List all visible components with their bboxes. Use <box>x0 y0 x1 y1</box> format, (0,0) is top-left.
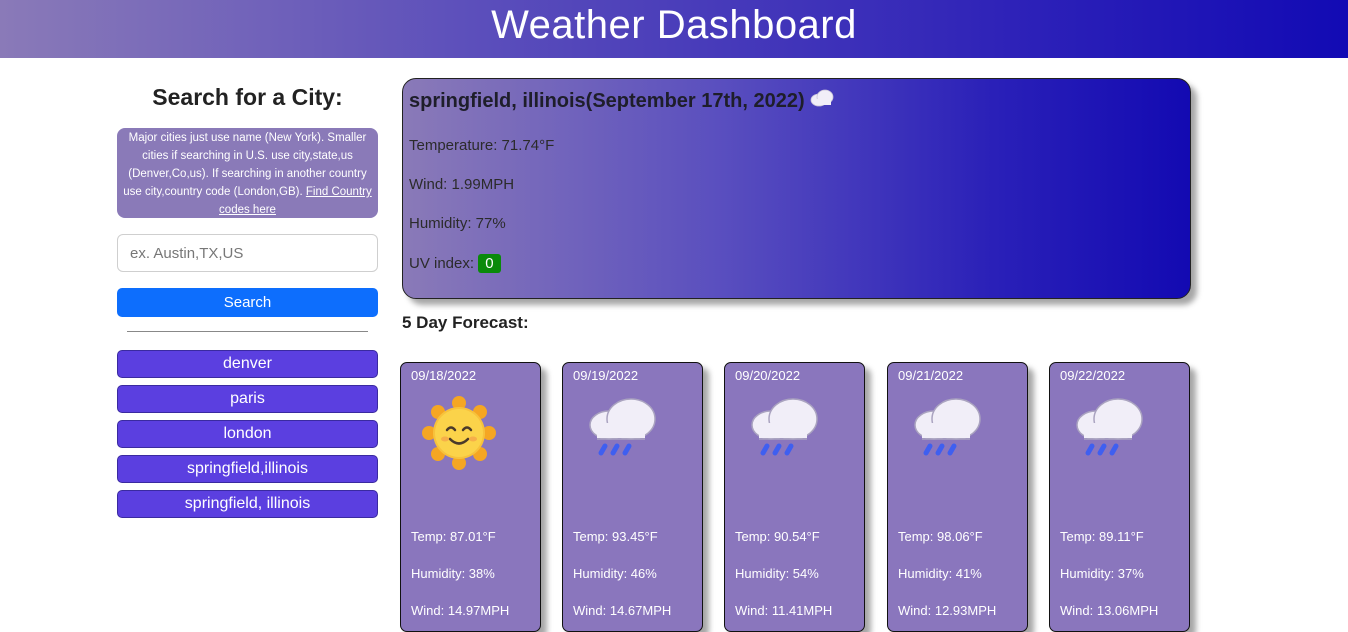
uv-badge: 0 <box>478 254 501 273</box>
forecast-date: 09/20/2022 <box>735 368 801 383</box>
rain-cloud-icon <box>583 395 692 495</box>
search-sidebar: Search for a City: Major cities just use… <box>117 58 378 525</box>
forecast-date: 09/18/2022 <box>411 368 477 383</box>
rain-cloud-icon <box>908 395 1017 495</box>
page-header: Weather Dashboard <box>0 0 1348 58</box>
page-title: Weather Dashboard <box>491 2 857 47</box>
forecast-title: 5 Day Forecast: <box>402 313 529 332</box>
forecast-temp: Temp: 87.01°F <box>411 529 496 544</box>
forecast-humidity: Humidity: 46% <box>573 566 657 581</box>
forecast-wind: Wind: 14.97MPH <box>411 603 510 618</box>
forecast-temp: Temp: 93.45°F <box>573 529 658 544</box>
forecast-card: 09/20/2022 Temp: 90.54°F Humidity: 54% W… <box>724 362 865 632</box>
sidebar-divider <box>127 331 368 332</box>
search-help-box: Major cities just use name (New York). S… <box>117 128 378 218</box>
forecast-temp: Temp: 90.54°F <box>735 529 820 544</box>
sun-icon <box>421 395 530 495</box>
current-uv-row: UV index: 0 <box>409 254 1184 273</box>
current-city-date: springfield, illinois(September 17th, 20… <box>409 89 805 112</box>
cloud-icon <box>809 89 835 113</box>
uv-label: UV index: <box>409 255 475 272</box>
search-button[interactable]: Search <box>117 288 378 317</box>
history-item-london[interactable]: london <box>117 420 378 448</box>
forecast-wind: Wind: 14.67MPH <box>573 603 672 618</box>
forecast-card: 09/22/2022 Temp: 89.11°F Humidity: 37% W… <box>1049 362 1190 632</box>
forecast-wind: Wind: 13.06MPH <box>1060 603 1159 618</box>
forecast-wind: Wind: 11.41MPH <box>735 603 833 618</box>
current-weather-title: springfield, illinois(September 17th, 20… <box>409 89 1184 113</box>
forecast-humidity: Humidity: 38% <box>411 566 495 581</box>
forecast-date: 09/19/2022 <box>573 368 639 383</box>
forecast-date: 09/22/2022 <box>1060 368 1126 383</box>
history-item-springfield-illinois[interactable]: springfield,illinois <box>117 455 378 483</box>
history-item-denver[interactable]: denver <box>117 350 378 378</box>
current-wind: Wind: 1.99MPH <box>409 176 515 193</box>
city-search-input[interactable] <box>117 234 378 272</box>
forecast-temp: Temp: 98.06°F <box>898 529 983 544</box>
rain-cloud-icon <box>745 395 854 495</box>
forecast-wind: Wind: 12.93MPH <box>898 603 997 618</box>
current-temperature: Temperature: 71.74°F <box>409 137 555 154</box>
history-item-springfield-illinois-2[interactable]: springfield, illinois <box>117 490 378 518</box>
rain-cloud-icon <box>1070 395 1179 495</box>
history-item-paris[interactable]: paris <box>117 385 378 413</box>
forecast-humidity: Humidity: 41% <box>898 566 982 581</box>
forecast-card: 09/18/2022 Temp: 87.01°F Humidity: 38% W… <box>400 362 541 632</box>
forecast-humidity: Humidity: 37% <box>1060 566 1144 581</box>
current-humidity: Humidity: 77% <box>409 215 506 232</box>
forecast-humidity: Humidity: 54% <box>735 566 819 581</box>
forecast-temp: Temp: 89.11°F <box>1060 529 1144 544</box>
search-title: Search for a City: <box>152 84 343 110</box>
forecast-card: 09/21/2022 Temp: 98.06°F Humidity: 41% W… <box>887 362 1028 632</box>
current-weather-card: springfield, illinois(September 17th, 20… <box>402 78 1191 299</box>
forecast-date: 09/21/2022 <box>898 368 964 383</box>
search-history: denver paris london springfield,illinois… <box>117 350 378 518</box>
forecast-card: 09/19/2022 Temp: 93.45°F Humidity: 46% W… <box>562 362 703 632</box>
